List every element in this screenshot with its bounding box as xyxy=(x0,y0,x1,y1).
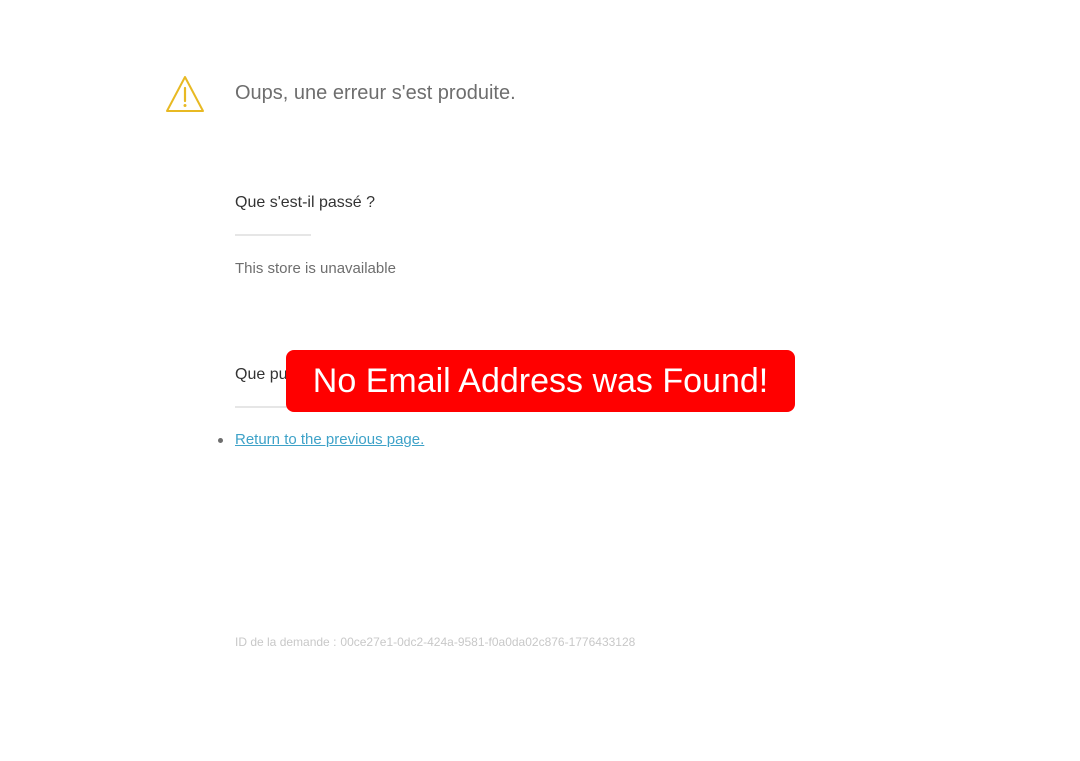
warning-icon xyxy=(164,74,206,114)
request-id-label: ID de la demande : xyxy=(235,635,337,649)
request-id-value: 00ce27e1-0dc2-424a-9581-f0a0da02c876-177… xyxy=(340,635,636,649)
error-banner: No Email Address was Found! xyxy=(286,350,795,412)
request-id: ID de la demande :00ce27e1-0dc2-424a-958… xyxy=(235,635,639,649)
what-to-do-heading: Que pu xyxy=(235,366,288,383)
error-page: Oups, une erreur s'est produite. Que s'e… xyxy=(0,0,1080,761)
what-happened-text: This store is unavailable xyxy=(235,260,396,277)
page-title: Oups, une erreur s'est produite. xyxy=(235,82,516,104)
section-divider xyxy=(235,234,311,236)
list-item: Return to the previous page. xyxy=(218,431,424,449)
what-happened-heading: Que s'est-il passé ? xyxy=(235,194,376,211)
return-to-previous-page-link[interactable]: Return to the previous page. xyxy=(235,431,424,448)
action-list: Return to the previous page. xyxy=(218,431,424,449)
bullet-icon xyxy=(218,438,223,443)
